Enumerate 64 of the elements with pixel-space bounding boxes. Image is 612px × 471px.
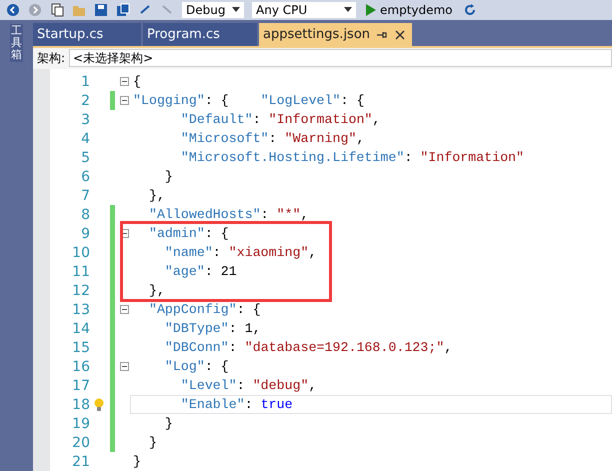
code-line: "Level": "debug", xyxy=(180,377,318,395)
caret-icon xyxy=(344,7,352,13)
line-number: 1 xyxy=(80,74,90,90)
code-line: } xyxy=(148,434,158,452)
code-line: "AppConfig": { xyxy=(148,301,262,319)
code-line: "age": 21 xyxy=(164,263,238,281)
run-button[interactable]: emptydemo xyxy=(364,3,455,17)
code-line: "DBType": 1, xyxy=(164,320,262,338)
editor-tab[interactable]: appsettings.json xyxy=(259,23,412,46)
code-line: }, xyxy=(148,282,166,300)
line-number: 19 xyxy=(71,416,90,432)
line-number: 12 xyxy=(71,282,90,298)
line-number: 5 xyxy=(80,150,90,166)
line-number: 9 xyxy=(80,226,90,242)
caret-icon xyxy=(232,7,240,13)
code-line: "name": "xiaoming", xyxy=(164,244,318,262)
code-line: "Log": { xyxy=(164,358,230,376)
lightbulb-icon[interactable] xyxy=(94,398,104,412)
save-all-icon[interactable] xyxy=(116,3,130,17)
type-dropdown[interactable]: <未选择架构> xyxy=(69,49,612,68)
line-number: 13 xyxy=(71,302,90,318)
code-line: }, xyxy=(148,187,166,205)
collapse-icon[interactable] xyxy=(120,77,128,86)
line-number: 10 xyxy=(71,244,90,260)
close-icon[interactable] xyxy=(394,28,406,40)
editor-tab[interactable]: Startup.cs xyxy=(33,23,141,46)
line-number: 7 xyxy=(80,188,90,204)
code-line: "admin": { xyxy=(148,225,230,243)
line-number: 6 xyxy=(80,168,90,184)
line-number: 2 xyxy=(80,92,90,108)
code-line: { xyxy=(132,73,142,91)
editor-tab[interactable]: Program.cs xyxy=(143,23,257,46)
code-line: "Logging": { "LogLevel": { xyxy=(132,92,366,110)
code-line: "AllowedHosts": "*", xyxy=(148,206,310,224)
back-icon[interactable] xyxy=(6,3,20,17)
code-line: } xyxy=(164,168,174,186)
line-number: 20 xyxy=(71,434,90,450)
collapse-icon[interactable] xyxy=(120,362,128,371)
toolbox-label[interactable]: 工具箱 xyxy=(10,24,23,62)
refresh-icon[interactable] xyxy=(462,3,477,17)
code-line: "DBConn": "database=192.168.0.123;", xyxy=(164,339,454,357)
collapse-icon[interactable] xyxy=(120,305,128,314)
line-number: 15 xyxy=(71,340,90,356)
code-line: "Default": "Information", xyxy=(180,111,382,129)
line-number: 18 xyxy=(71,396,90,412)
line-number: 21 xyxy=(71,454,90,470)
save-icon[interactable] xyxy=(94,3,108,17)
line-number: 4 xyxy=(80,130,90,146)
line-number: 8 xyxy=(80,206,90,222)
line-number: 17 xyxy=(71,378,90,394)
code-line: } xyxy=(132,453,142,471)
platform-dropdown[interactable]: Any CPU xyxy=(252,2,356,18)
nav-label: 架构: xyxy=(37,50,66,67)
code-line: "Microsoft": "Warning", xyxy=(180,130,366,148)
line-number: 3 xyxy=(80,112,90,128)
line-number: 11 xyxy=(71,264,90,280)
copy-icon[interactable] xyxy=(50,3,64,17)
play-icon xyxy=(366,4,376,16)
code-line: } xyxy=(164,415,174,433)
configuration-dropdown[interactable]: Debug xyxy=(182,2,244,18)
line-number: 16 xyxy=(71,358,90,374)
line-number: 14 xyxy=(71,320,90,336)
code-line: "Microsoft.Hosting.Lifetime": "Information" xyxy=(180,149,526,167)
collapse-icon[interactable] xyxy=(120,96,128,105)
